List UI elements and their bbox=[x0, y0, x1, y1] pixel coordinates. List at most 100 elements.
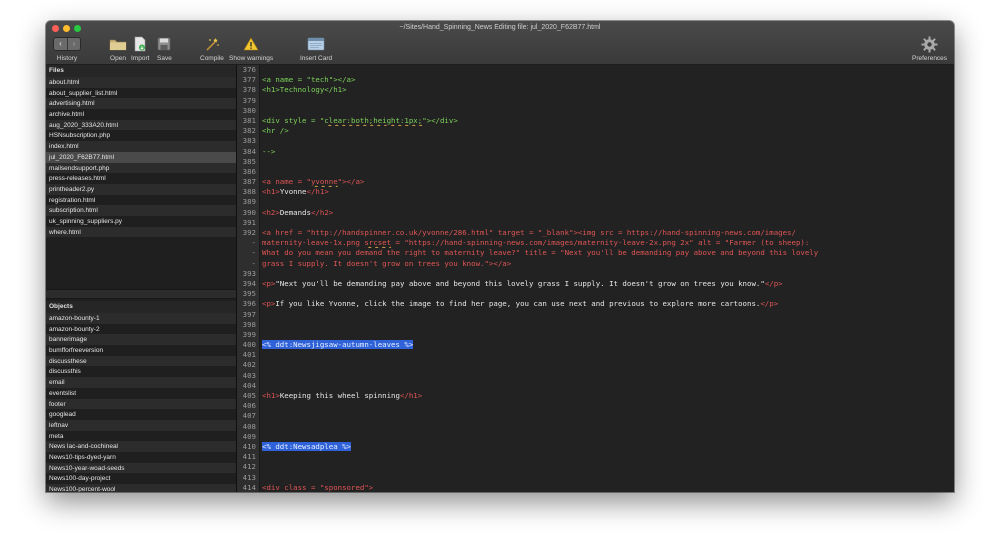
objects-section-title: Objects bbox=[46, 301, 236, 313]
line-number: 383 bbox=[242, 136, 256, 146]
object-list-item[interactable]: eventslist bbox=[46, 387, 236, 399]
history-label: History bbox=[56, 55, 78, 62]
object-list-item[interactable]: meta bbox=[46, 430, 236, 442]
object-list-item[interactable]: amazon-bounty-1 bbox=[46, 313, 236, 324]
object-list-item[interactable]: News100-percent-wool bbox=[46, 484, 236, 492]
back-button[interactable]: ‹ bbox=[54, 38, 67, 50]
file-list-item[interactable]: advertising.html bbox=[46, 98, 236, 110]
code-token: </p> bbox=[764, 278, 783, 288]
code-line: <a name = "tech"></a> bbox=[262, 75, 954, 85]
line-number: 393 bbox=[242, 268, 256, 278]
window-title: ~/Sites/Hand_Spinning_News Editing file:… bbox=[399, 24, 601, 31]
file-list-item[interactable]: press-releases.html bbox=[46, 173, 236, 184]
code-line: grass I supply. It doesn't grow on trees… bbox=[262, 259, 954, 269]
object-list-item[interactable]: amazon-bounty-2 bbox=[46, 323, 236, 335]
file-list-item[interactable]: about_supplier_list.html bbox=[46, 87, 236, 99]
file-list-item[interactable]: jul_2020_F62B77.html bbox=[46, 151, 236, 163]
import-icon bbox=[133, 34, 147, 54]
file-list-item[interactable]: printheader2.py bbox=[46, 183, 236, 195]
save-button[interactable]: Save bbox=[157, 34, 172, 62]
code-token: <p> bbox=[262, 278, 276, 288]
object-list-item[interactable]: discussthis bbox=[46, 366, 236, 378]
line-number: 403 bbox=[242, 370, 256, 380]
objects-list[interactable]: amazon-bounty-1 amazon-bounty-2 bannerimag… bbox=[46, 313, 236, 492]
line-number: 413 bbox=[242, 472, 256, 482]
code-line: <h1>Technology</h1> bbox=[262, 85, 954, 95]
selected-code-text: <% ddt:Newsadplea %> bbox=[262, 441, 351, 451]
code-token: </h2> bbox=[310, 207, 334, 217]
code-token: </p> bbox=[760, 299, 779, 309]
code-editor[interactable]: <a name = "tech"></a> <h1>Technology</h1>… bbox=[260, 65, 954, 492]
line-number: 392 bbox=[242, 228, 256, 237]
file-list-item[interactable]: registration.html bbox=[46, 194, 236, 206]
object-list-item[interactable]: email bbox=[46, 377, 236, 388]
object-list-item[interactable]: News lac-and-cochineal bbox=[46, 441, 236, 452]
code-token: Demands bbox=[279, 207, 311, 217]
line-number: - bbox=[251, 238, 256, 248]
line-number: 411 bbox=[242, 452, 256, 462]
file-list-item[interactable]: archive.html bbox=[46, 109, 236, 120]
file-list-item[interactable]: uk_spinning_suppliers.py bbox=[46, 215, 236, 227]
insert-card-button[interactable]: Insert Card bbox=[300, 34, 332, 62]
line-number: 409 bbox=[242, 431, 256, 441]
code-token: --> bbox=[262, 146, 276, 156]
show-warnings-button[interactable]: Show warnings bbox=[229, 34, 273, 62]
files-list[interactable]: about.html about_supplier_list.html advert… bbox=[46, 77, 236, 289]
code-line: <hr /> bbox=[262, 126, 954, 136]
code-token: <a href = "http://handspinner.co.uk/yvon… bbox=[262, 228, 796, 237]
code-line: <% ddt:Newsjigsaw-autumn-leaves %> bbox=[262, 340, 954, 350]
code-token: <a name = "tech"></a> bbox=[262, 75, 356, 85]
line-number: 377 bbox=[242, 75, 256, 85]
line-number: 380 bbox=[242, 105, 256, 115]
file-list-item[interactable]: mailsendsupport.php bbox=[46, 162, 236, 174]
code-token: "></div> bbox=[422, 115, 458, 125]
object-list-item[interactable]: leftnav bbox=[46, 419, 236, 431]
code-token: yvonne bbox=[310, 177, 338, 187]
code-token: <div style = " bbox=[262, 115, 325, 125]
open-button[interactable]: Open bbox=[109, 34, 127, 62]
preferences-button[interactable]: Preferences bbox=[912, 34, 947, 62]
object-list-item[interactable]: News10-year-woad-seeds bbox=[46, 462, 236, 474]
file-list-item[interactable]: HSNsubscription.php bbox=[46, 130, 236, 142]
line-number: 389 bbox=[242, 197, 256, 207]
folder-icon bbox=[109, 34, 127, 54]
object-list-item[interactable]: discussthese bbox=[46, 355, 236, 367]
object-list-item[interactable]: bumfforfreeversion bbox=[46, 345, 236, 356]
compile-button[interactable]: Compile bbox=[200, 34, 224, 62]
code-token: maternity-leave-1x.png bbox=[262, 238, 365, 248]
file-list-item[interactable]: subscription.html bbox=[46, 205, 236, 216]
save-icon bbox=[157, 34, 171, 54]
code-token: </h1> bbox=[399, 391, 423, 400]
file-list-item[interactable]: aug_2020_333A20.html bbox=[46, 119, 236, 131]
sidebar-divider[interactable] bbox=[46, 289, 236, 299]
code-line: <p>"Next you'll be demanding pay above a… bbox=[262, 279, 954, 289]
line-number: 412 bbox=[242, 462, 256, 472]
card-icon bbox=[307, 34, 325, 54]
object-list-item[interactable]: googlead bbox=[46, 409, 236, 420]
code-token: "Next you'll be demanding pay above and … bbox=[275, 278, 765, 288]
line-number: 379 bbox=[242, 95, 256, 105]
editor-window: ~/Sites/Hand_Spinning_News Editing file:… bbox=[46, 21, 954, 492]
object-list-item[interactable]: bannerimage bbox=[46, 334, 236, 346]
code-token: "></a> bbox=[337, 177, 365, 187]
file-list-item[interactable]: about.html bbox=[46, 77, 236, 88]
object-list-item[interactable]: footer bbox=[46, 398, 236, 410]
import-button[interactable]: Import bbox=[131, 34, 149, 62]
object-list-item[interactable]: News10-tips-dyed-yarn bbox=[46, 451, 236, 463]
forward-button[interactable]: › bbox=[67, 38, 80, 50]
file-list-item[interactable]: where.html bbox=[46, 226, 236, 238]
line-number-gutter: 376 377 378 379 380 381 382 383 384 385 386 387 388 3… bbox=[237, 65, 260, 492]
file-list-item[interactable]: index.html bbox=[46, 141, 236, 152]
object-list-item[interactable]: News100-day-project bbox=[46, 473, 236, 484]
line-number: 397 bbox=[242, 309, 256, 319]
